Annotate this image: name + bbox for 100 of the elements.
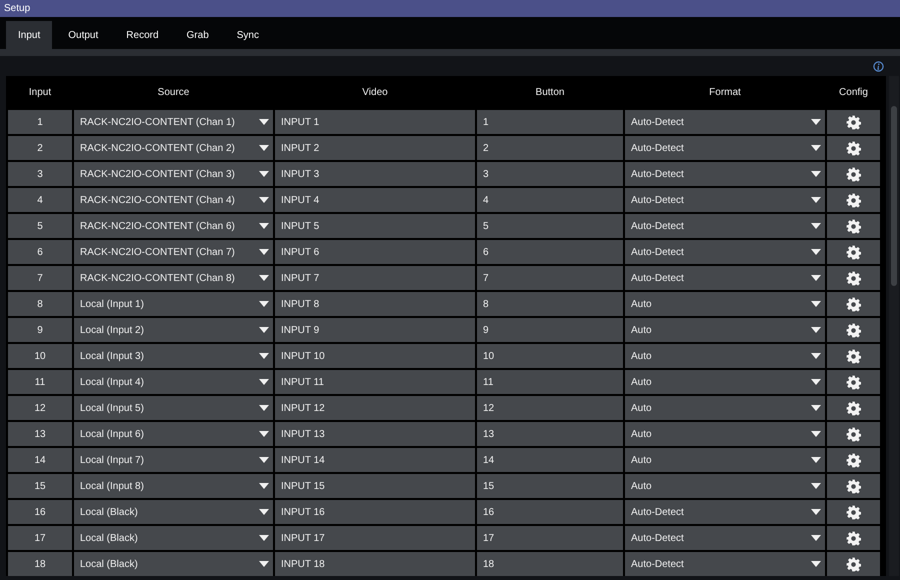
video-name-field[interactable]: INPUT 16 — [275, 500, 475, 524]
button-number-field[interactable]: 7 — [477, 266, 623, 290]
button-number-field[interactable]: 15 — [477, 474, 623, 498]
settings-icon[interactable] — [846, 218, 861, 234]
format-dropdown[interactable]: Auto-Detect — [625, 240, 825, 264]
source-dropdown[interactable]: RACK-NC2IO-CONTENT (Chan 2) — [74, 136, 273, 160]
video-name-field[interactable]: INPUT 9 — [275, 318, 475, 342]
settings-icon[interactable] — [846, 426, 861, 442]
settings-icon[interactable] — [846, 374, 861, 390]
source-dropdown[interactable]: RACK-NC2IO-CONTENT (Chan 8) — [74, 266, 273, 290]
tab[interactable]: Grab — [174, 21, 221, 49]
settings-icon[interactable] — [846, 504, 861, 520]
settings-icon[interactable] — [846, 322, 861, 338]
settings-icon[interactable] — [846, 140, 861, 156]
settings-icon[interactable] — [846, 166, 861, 182]
button-number-field[interactable]: 8 — [477, 292, 623, 316]
format-dropdown[interactable]: Auto-Detect — [625, 552, 825, 576]
settings-icon[interactable] — [846, 556, 861, 572]
source-dropdown[interactable]: Local (Input 4) — [74, 370, 273, 394]
tab[interactable]: Record — [114, 21, 171, 49]
format-dropdown[interactable]: Auto — [625, 292, 825, 316]
source-dropdown[interactable]: Local (Input 7) — [74, 448, 273, 472]
source-dropdown[interactable]: Local (Input 3) — [74, 344, 273, 368]
button-number-field[interactable]: 4 — [477, 188, 623, 212]
source-dropdown[interactable]: Local (Input 2) — [74, 318, 273, 342]
video-name-field[interactable]: INPUT 11 — [275, 370, 475, 394]
video-name-field[interactable]: INPUT 17 — [275, 526, 475, 550]
format-dropdown[interactable]: Auto-Detect — [625, 526, 825, 550]
settings-icon[interactable] — [846, 478, 861, 494]
scrollbar[interactable] — [889, 76, 899, 576]
format-dropdown[interactable]: Auto-Detect — [625, 162, 825, 186]
source-dropdown[interactable]: Local (Input 8) — [74, 474, 273, 498]
source-dropdown[interactable]: Local (Input 1) — [74, 292, 273, 316]
format-dropdown[interactable]: Auto — [625, 318, 825, 342]
button-number-field[interactable]: 10 — [477, 344, 623, 368]
settings-icon[interactable] — [846, 296, 861, 312]
video-name-field[interactable]: INPUT 7 — [275, 266, 475, 290]
button-number-field[interactable]: 16 — [477, 500, 623, 524]
format-dropdown[interactable]: Auto — [625, 474, 825, 498]
button-number-field[interactable]: 11 — [477, 370, 623, 394]
source-dropdown[interactable]: RACK-NC2IO-CONTENT (Chan 1) — [74, 110, 273, 134]
settings-icon[interactable] — [846, 452, 861, 468]
button-number-field[interactable]: 17 — [477, 526, 623, 550]
format-dropdown[interactable]: Auto — [625, 344, 825, 368]
video-name-field[interactable]: INPUT 2 — [275, 136, 475, 160]
video-name-field[interactable]: INPUT 5 — [275, 214, 475, 238]
button-number-field[interactable]: 18 — [477, 552, 623, 576]
format-dropdown[interactable]: Auto — [625, 370, 825, 394]
format-dropdown[interactable]: Auto-Detect — [625, 266, 825, 290]
source-dropdown[interactable]: RACK-NC2IO-CONTENT (Chan 4) — [74, 188, 273, 212]
source-dropdown[interactable]: RACK-NC2IO-CONTENT (Chan 6) — [74, 214, 273, 238]
format-dropdown[interactable]: Auto-Detect — [625, 188, 825, 212]
button-number-field[interactable]: 3 — [477, 162, 623, 186]
source-dropdown[interactable]: RACK-NC2IO-CONTENT (Chan 3) — [74, 162, 273, 186]
caret-icon — [259, 379, 269, 385]
settings-icon[interactable] — [846, 400, 861, 416]
source-dropdown[interactable]: Local (Black) — [74, 552, 273, 576]
source-dropdown[interactable]: Local (Black) — [74, 500, 273, 524]
format-dropdown[interactable]: Auto-Detect — [625, 136, 825, 160]
source-dropdown[interactable]: Local (Black) — [74, 526, 273, 550]
table-cell: 16 — [8, 500, 72, 524]
video-name-field[interactable]: INPUT 10 — [275, 344, 475, 368]
settings-icon[interactable] — [846, 192, 861, 208]
settings-icon[interactable] — [846, 348, 861, 364]
source-dropdown[interactable]: Local (Input 5) — [74, 396, 273, 420]
button-number-field[interactable]: 1 — [477, 110, 623, 134]
video-name-field[interactable]: INPUT 18 — [275, 552, 475, 576]
info-icon[interactable] — [873, 60, 884, 72]
video-name-field[interactable]: INPUT 15 — [275, 474, 475, 498]
caret-icon — [811, 145, 821, 151]
button-number-field[interactable]: 14 — [477, 448, 623, 472]
tab[interactable]: Input — [6, 21, 52, 49]
source-dropdown[interactable]: RACK-NC2IO-CONTENT (Chan 7) — [74, 240, 273, 264]
settings-icon[interactable] — [846, 270, 861, 286]
format-dropdown[interactable]: Auto — [625, 422, 825, 446]
settings-icon[interactable] — [846, 530, 861, 546]
video-name-field[interactable]: INPUT 13 — [275, 422, 475, 446]
format-dropdown[interactable]: Auto — [625, 448, 825, 472]
button-number-field[interactable]: 6 — [477, 240, 623, 264]
video-name-field[interactable]: INPUT 12 — [275, 396, 475, 420]
settings-icon[interactable] — [846, 114, 861, 130]
video-name-field[interactable]: INPUT 8 — [275, 292, 475, 316]
video-name-field[interactable]: INPUT 4 — [275, 188, 475, 212]
format-dropdown[interactable]: Auto-Detect — [625, 110, 825, 134]
button-number-field[interactable]: 5 — [477, 214, 623, 238]
button-number-field[interactable]: 2 — [477, 136, 623, 160]
button-number-field[interactable]: 13 — [477, 422, 623, 446]
source-dropdown[interactable]: Local (Input 6) — [74, 422, 273, 446]
video-name-field[interactable]: INPUT 3 — [275, 162, 475, 186]
tab[interactable]: Output — [56, 21, 110, 49]
video-name-field[interactable]: INPUT 6 — [275, 240, 475, 264]
video-name-field[interactable]: INPUT 14 — [275, 448, 475, 472]
format-dropdown[interactable]: Auto — [625, 396, 825, 420]
button-number-field[interactable]: 9 — [477, 318, 623, 342]
settings-icon[interactable] — [846, 244, 861, 260]
tab[interactable]: Sync — [224, 21, 271, 49]
format-dropdown[interactable]: Auto-Detect — [625, 214, 825, 238]
button-number-field[interactable]: 12 — [477, 396, 623, 420]
video-name-field[interactable]: INPUT 1 — [275, 110, 475, 134]
format-dropdown[interactable]: Auto-Detect — [625, 500, 825, 524]
